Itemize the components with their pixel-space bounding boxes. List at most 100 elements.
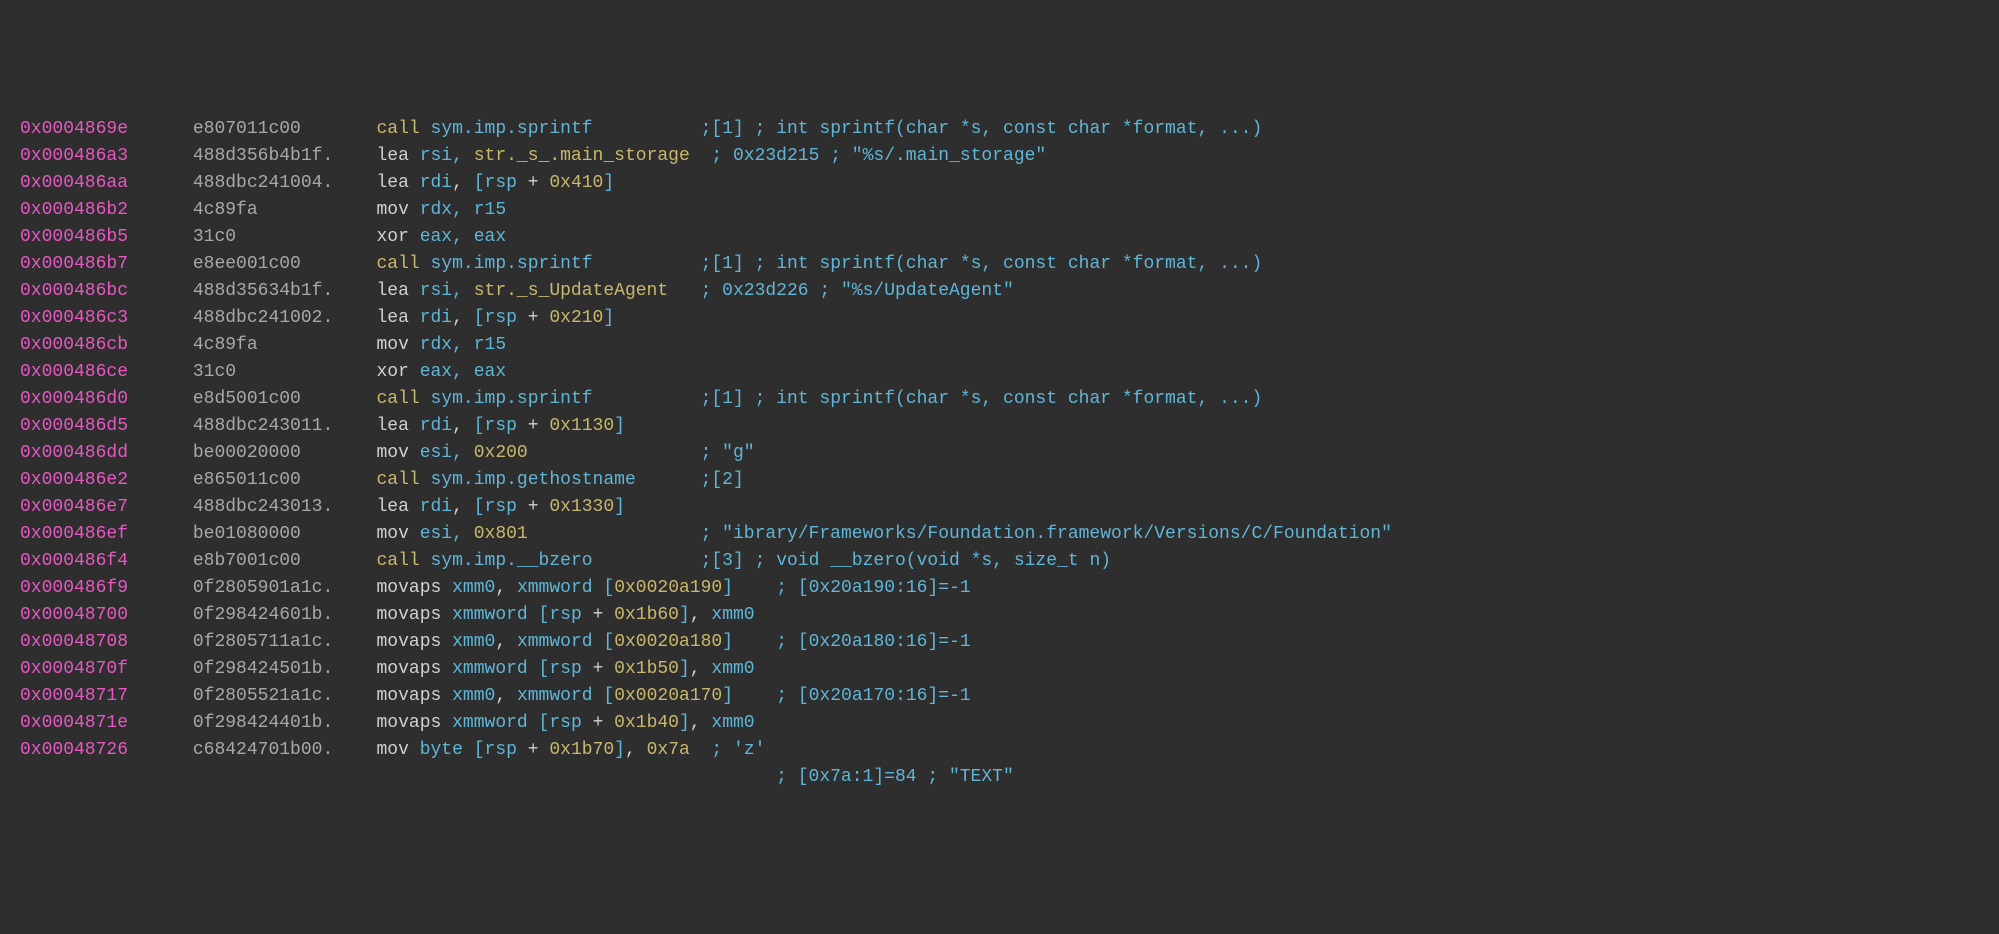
comment: ; "g" (701, 443, 755, 463)
address: 0x0004869e (20, 119, 128, 139)
operands: eax, eax (420, 227, 506, 247)
disasm-line: 0x000486ce 31c0 xor eax, eax (20, 359, 1979, 386)
hex-bytes: 31c0 (193, 227, 355, 247)
operands: xmmword [rsp + 0x1b60], xmm0 (452, 605, 755, 625)
operands: eax, eax (420, 362, 506, 382)
mnemonic: lea (376, 308, 408, 328)
disasm-line: 0x000486e7 488dbc243013. lea rdi, [rsp +… (20, 494, 1979, 521)
disasm-line: 0x000486a3 488d356b4b1f. lea rsi, str._s… (20, 143, 1979, 170)
operands: esi, 0x801 (420, 524, 528, 544)
address: 0x000486b7 (20, 254, 128, 274)
operands: rdx, r15 (420, 335, 506, 355)
address: 0x000486aa (20, 173, 128, 193)
address: 0x000486ef (20, 524, 128, 544)
operands: sym.imp.__bzero (431, 551, 593, 571)
address: 0x000486f9 (20, 578, 128, 598)
operands: rdi, [rsp + 0x1330] (420, 497, 625, 517)
hex-bytes: 31c0 (193, 362, 355, 382)
disasm-line: 0x000486bc 488d35634b1f. lea rsi, str._s… (20, 278, 1979, 305)
mnemonic: mov (376, 524, 408, 544)
address: 0x0004871e (20, 713, 128, 733)
hex-bytes: 0f298424501b. (193, 659, 355, 679)
disasm-line: 0x0004870f 0f298424501b. movaps xmmword … (20, 656, 1979, 683)
comment: ; [0x20a180:16]=-1 (776, 632, 970, 652)
disassembly-listing: 0x0004869e e807011c00 call sym.imp.sprin… (20, 116, 1979, 791)
hex-bytes: e865011c00 (193, 470, 355, 490)
hex-bytes: e8b7001c00 (193, 551, 355, 571)
comment: ;[3] ; void __bzero(void *s, size_t n) (701, 551, 1111, 571)
hex-bytes: 488dbc241004. (193, 173, 355, 193)
operands: rdi, [rsp + 0x1130] (420, 416, 625, 436)
mnemonic: lea (376, 497, 408, 517)
disasm-line: 0x000486d5 488dbc243011. lea rdi, [rsp +… (20, 413, 1979, 440)
mnemonic: mov (376, 443, 408, 463)
mnemonic: movaps (376, 686, 441, 706)
comment: ;[1] ; int sprintf(char *s, const char *… (701, 119, 1263, 139)
hex-bytes: 0f298424401b. (193, 713, 355, 733)
address: 0x000486f4 (20, 551, 128, 571)
hex-bytes: 4c89fa (193, 335, 355, 355)
address: 0x00048708 (20, 632, 128, 652)
hex-bytes: e8ee001c00 (193, 254, 355, 274)
address: 0x000486c3 (20, 308, 128, 328)
disasm-line: 0x000486f9 0f2805901a1c. movaps xmm0, xm… (20, 575, 1979, 602)
mnemonic: call (376, 254, 419, 274)
operands: xmm0, xmmword [0x0020a190] (452, 578, 733, 598)
mnemonic: movaps (376, 713, 441, 733)
disasm-line: 0x0004871e 0f298424401b. movaps xmmword … (20, 710, 1979, 737)
disasm-line: 0x0004869e e807011c00 call sym.imp.sprin… (20, 116, 1979, 143)
disasm-line: 0x000486e2 e865011c00 call sym.imp.getho… (20, 467, 1979, 494)
hex-bytes: 4c89fa (193, 200, 355, 220)
mnemonic: lea (376, 173, 408, 193)
operands: xmmword [rsp + 0x1b50], xmm0 (452, 659, 755, 679)
disasm-line: 0x000486c3 488dbc241002. lea rdi, [rsp +… (20, 305, 1979, 332)
comment: ; 0x23d215 ; "%s/.main_storage" (711, 146, 1046, 166)
address: 0x000486cb (20, 335, 128, 355)
address: 0x000486b5 (20, 227, 128, 247)
mnemonic: mov (376, 200, 408, 220)
hex-bytes: 0f2805521a1c. (193, 686, 355, 706)
disasm-line: 0x00048726 c68424701b00. mov byte [rsp +… (20, 737, 1979, 764)
hex-bytes: 488dbc241002. (193, 308, 355, 328)
hex-bytes: 488dbc243013. (193, 497, 355, 517)
operands: rsi, str._s_UpdateAgent (420, 281, 668, 301)
comment: ;[1] ; int sprintf(char *s, const char *… (701, 254, 1263, 274)
mnemonic: call (376, 470, 419, 490)
hex-bytes: c68424701b00. (193, 740, 355, 760)
hex-bytes: 488d356b4b1f. (193, 146, 355, 166)
operands: byte [rsp + 0x1b70], 0x7a (420, 740, 690, 760)
operands: sym.imp.sprintf (431, 119, 593, 139)
address: 0x00048726 (20, 740, 128, 760)
mnemonic: movaps (376, 632, 441, 652)
operands: xmmword [rsp + 0x1b40], xmm0 (452, 713, 755, 733)
mnemonic: mov (376, 335, 408, 355)
hex-bytes: be01080000 (193, 524, 355, 544)
operands: sym.imp.sprintf (431, 389, 593, 409)
operands: sym.imp.gethostname (431, 470, 636, 490)
disasm-line: 0x00048700 0f298424601b. movaps xmmword … (20, 602, 1979, 629)
mnemonic: xor (376, 362, 408, 382)
address: 0x000486e2 (20, 470, 128, 490)
disasm-line: 0x000486b5 31c0 xor eax, eax (20, 224, 1979, 251)
mnemonic: movaps (376, 578, 441, 598)
address: 0x00048700 (20, 605, 128, 625)
hex-bytes: be00020000 (193, 443, 355, 463)
disasm-line: 0x000486ef be01080000 mov esi, 0x801 ; "… (20, 521, 1979, 548)
operands: rsi, str._s_.main_storage (420, 146, 690, 166)
address: 0x000486b2 (20, 200, 128, 220)
mnemonic: call (376, 119, 419, 139)
hex-bytes: e807011c00 (193, 119, 355, 139)
hex-bytes: 0f298424601b. (193, 605, 355, 625)
address: 0x0004870f (20, 659, 128, 679)
hex-bytes: 0f2805711a1c. (193, 632, 355, 652)
disasm-line: 0x00048708 0f2805711a1c. movaps xmm0, xm… (20, 629, 1979, 656)
address: 0x000486ce (20, 362, 128, 382)
mnemonic: mov (376, 740, 408, 760)
hex-bytes: e8d5001c00 (193, 389, 355, 409)
disasm-line: 0x000486f4 e8b7001c00 call sym.imp.__bze… (20, 548, 1979, 575)
hex-bytes: 488dbc243011. (193, 416, 355, 436)
mnemonic: movaps (376, 659, 441, 679)
mnemonic: call (376, 551, 419, 571)
disasm-line: 0x000486d0 e8d5001c00 call sym.imp.sprin… (20, 386, 1979, 413)
operands: rdi, [rsp + 0x410] (420, 173, 614, 193)
